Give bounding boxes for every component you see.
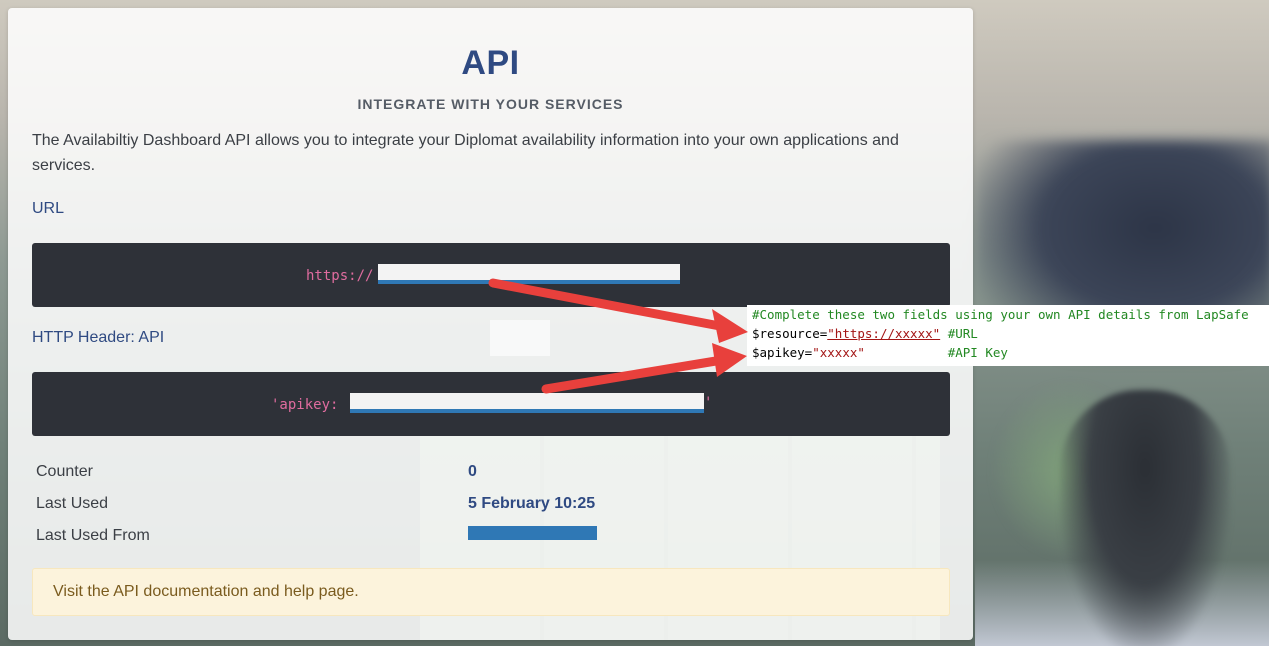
apikey-redaction bbox=[350, 393, 704, 413]
last-used-from-redaction bbox=[468, 526, 597, 540]
page-title: API bbox=[461, 44, 520, 82]
snippet-apikey-line: $apikey="xxxxx" #API Key bbox=[752, 345, 1008, 360]
code-snippet-overlay: #Complete these two fields using your ow… bbox=[747, 305, 1269, 366]
http-header-label: HTTP Header: API bbox=[32, 329, 165, 346]
apikey-code-box[interactable]: 'apikey: ' bbox=[32, 372, 950, 436]
apikey-code-prefix: 'apikey: bbox=[271, 397, 339, 413]
stat-label-last-used-from: Last Used From bbox=[36, 527, 150, 544]
stat-value-last-used: 5 February 10:25 bbox=[468, 495, 596, 512]
stat-value-counter: 0 bbox=[468, 463, 477, 480]
apikey-code-suffix: ' bbox=[704, 395, 713, 411]
url-redaction bbox=[378, 264, 680, 284]
url-code-box[interactable]: https:// bbox=[32, 243, 950, 307]
documentation-alert[interactable]: Visit the API documentation and help pag… bbox=[32, 568, 950, 616]
url-label: URL bbox=[32, 200, 65, 217]
snippet-resource-line: $resource="https://xxxxx" #URL bbox=[752, 326, 978, 341]
snippet-comment: #Complete these two fields using your ow… bbox=[752, 307, 1249, 322]
stat-label-last-used: Last Used bbox=[36, 495, 109, 512]
url-code-prefix: https:// bbox=[306, 268, 374, 284]
intro-text: The Availabiltiy Dashboard API allows yo… bbox=[32, 132, 899, 174]
documentation-link[interactable]: Visit the API documentation and help pag… bbox=[53, 583, 359, 601]
stat-label-counter: Counter bbox=[36, 463, 93, 480]
page-subtitle: INTEGRATE WITH YOUR SERVICES bbox=[357, 96, 624, 112]
